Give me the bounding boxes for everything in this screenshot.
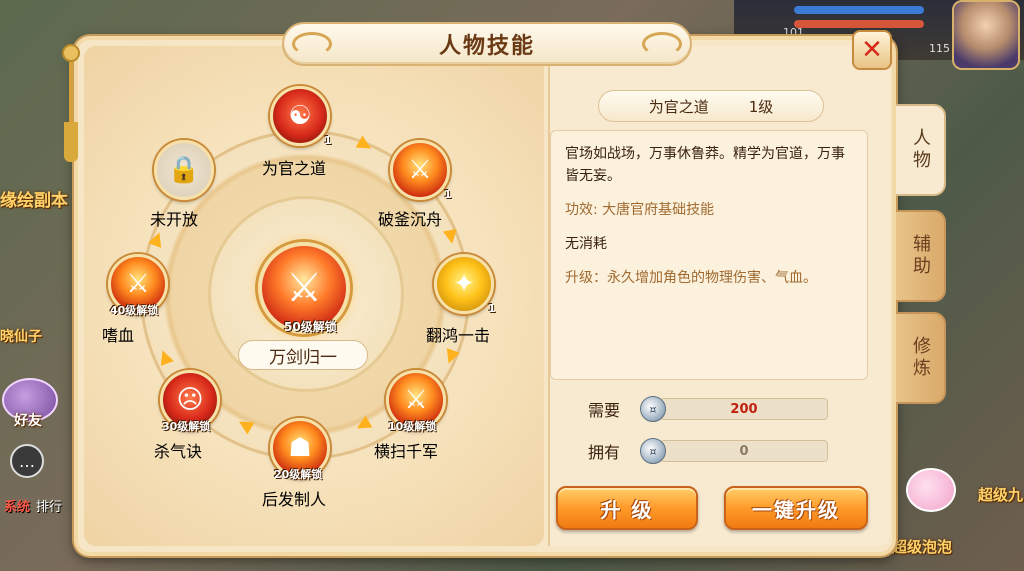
blade-fire-icon: ⚔ [390,140,450,200]
player-avatar[interactable] [952,0,1020,70]
unlock-badge: 30级解锁 [162,420,211,433]
close-button[interactable]: ✕ [852,30,892,70]
skill-level-badge: 1 [488,302,496,315]
bg-right-label-2: 超级泡泡 [892,538,953,556]
unlock-badge: 50级解锁 [284,320,337,334]
silver-coin-icon: ¤ [640,438,666,464]
skill-label: 杀气诀 [154,442,203,461]
skill-unavailable[interactable]: 🔒 [154,140,214,200]
skill-pofuchenzhou[interactable]: ⚔ 1 [390,140,452,201]
skill-label: 横扫千军 [374,442,439,461]
title-ornament-right [642,32,682,56]
center-skill-label: 万剑归一 [238,340,368,370]
system-tag: 系统 [4,500,31,515]
official-mask-icon: ☯ [270,86,330,146]
unlock-badge: 40级解锁 [110,304,159,317]
skill-level-badge: 1 [444,188,452,201]
hud-mp-bar [794,6,924,14]
skill-wanjianguiyi[interactable]: ⚔ 50级解锁 [258,242,350,334]
skill-hengsaoqianjun[interactable]: ⚔ 10级解锁 [386,370,446,433]
hud-hp-bar [794,20,924,28]
close-icon: ✕ [861,35,883,65]
skill-label: 后发制人 [262,490,327,509]
unlock-badge: 10级解锁 [388,420,437,433]
bg-npc-label: 晓仙子 [0,329,42,345]
skill-cost: 无消耗 [565,236,607,252]
friends-label[interactable]: 好友 [14,410,42,430]
owned-label: 拥有 [588,443,621,462]
title-bar: 人物技能 [282,22,692,66]
hud-level: 115 [929,42,950,55]
skill-upgrade-info: 升级：永久增加角色的物理伤害、气血。 [565,270,817,286]
skill-houfazhiren[interactable]: ☗ 20级解锁 [270,418,330,481]
unlock-badge: 20级解锁 [274,468,323,481]
owned-row: 拥有 ¤ 0 [588,438,828,464]
system-chat[interactable]: 系统 排行 [4,496,62,515]
required-label: 需要 [588,401,621,420]
upgrade-button[interactable]: 升 级 [556,486,698,530]
skill-level-badge: 1 [324,134,332,147]
skill-label: 破釜沉舟 [378,210,443,229]
skill-label: 未开放 [150,210,199,229]
selected-skill-name: 为官之道 [648,97,709,116]
system-text: 排行 [36,500,63,515]
skill-description-box: 官场如战场，万事休鲁莽。精学为官道，万事皆无妄。 功效: 大唐官府基础技能 无消… [550,130,868,380]
window-title: 人物技能 [438,34,535,59]
bg-right-label-1: 超级九 [978,486,1024,504]
chat-icon[interactable]: … [10,444,44,478]
skill-description: 官场如战场，万事休鲁莽。精学为官道，万事皆无妄。 [565,146,845,184]
skill-weiguanzhidao[interactable]: ☯ 1 [270,86,332,147]
skill-shixue[interactable]: ⚔ 40级解锁 [108,254,168,317]
required-row: 需要 ¤ 200 [588,396,828,422]
title-ornament-left [292,32,332,56]
skill-label: 嗜血 [102,326,135,345]
golden-strike-icon: ✦ [434,254,494,314]
bg-dungeon-label[interactable]: 缘绘副本 [0,186,68,211]
tab-assist[interactable]: 辅助 [896,210,946,302]
lock-icon: 🔒 [154,140,214,200]
pet-sprite [906,468,956,512]
skill-effect: 功效: 大唐官府基础技能 [565,202,715,218]
tab-cultivation[interactable]: 修炼 [896,312,946,404]
selected-skill-level: 1级 [748,97,774,116]
skill-label: 为官之道 [262,159,327,178]
tassel-ornament [62,44,80,174]
skill-label: 翻鸿一击 [426,326,491,345]
owned-value: 0 [660,440,828,462]
silver-coin-icon: ¤ [640,396,666,422]
one-click-upgrade-button[interactable]: 一键升级 [724,486,868,530]
skill-fanhongyiji[interactable]: ✦ 1 [434,254,496,315]
skill-shaqijue[interactable]: ☹ 30级解锁 [160,370,220,433]
tab-character[interactable]: 人物 [896,104,946,196]
selected-skill-header: 为官之道 1级 [598,90,824,122]
required-value: 200 [660,398,828,420]
